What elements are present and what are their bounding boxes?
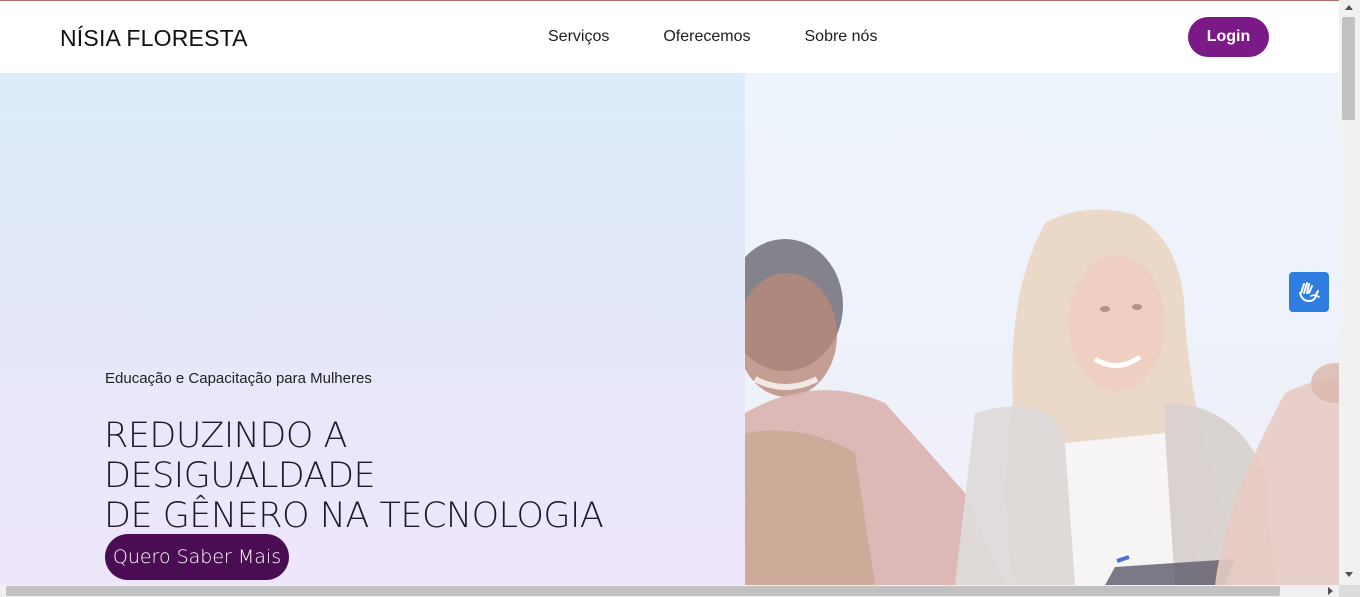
scroll-up-arrow-icon[interactable]: [1345, 5, 1353, 10]
hero-section: Educação e Capacitação para Mulheres RED…: [0, 73, 745, 585]
hero-title-line-1: REDUZINDO A DESIGUALDADE: [104, 416, 376, 496]
horizontal-scroll-thumb[interactable]: [6, 586, 1280, 596]
nav-link-servicos[interactable]: Serviços: [548, 28, 609, 46]
hero-title: REDUZINDO A DESIGUALDADE DE GÊNERO NA TE…: [104, 416, 624, 536]
nav-link-oferecemos[interactable]: Oferecemos: [663, 28, 750, 46]
women-smiling-photo: [745, 73, 1339, 585]
hero-title-line-2: DE GÊNERO NA TECNOLOGIA: [104, 496, 604, 536]
horizontal-scrollbar[interactable]: [0, 585, 1339, 597]
accessibility-button[interactable]: [1289, 272, 1329, 312]
quero-saber-mais-button[interactable]: Quero Saber Mais: [105, 534, 289, 580]
login-button[interactable]: Login: [1188, 17, 1269, 57]
hero-subtitle: Educação e Capacitação para Mulheres: [105, 370, 372, 387]
vertical-scrollbar[interactable]: [1339, 0, 1360, 585]
vertical-scroll-thumb[interactable]: [1342, 17, 1355, 120]
scroll-right-arrow-icon[interactable]: [1328, 587, 1333, 595]
scrollbar-corner: [1339, 585, 1360, 597]
sign-language-icon: [1299, 282, 1320, 303]
photo-illustration: [745, 209, 1339, 585]
brand-logo[interactable]: NÍSIA FLORESTA: [60, 25, 248, 52]
main-nav: Serviços Oferecemos Sobre nós: [548, 28, 931, 46]
scroll-down-arrow-icon[interactable]: [1345, 572, 1353, 577]
navbar: NÍSIA FLORESTA Serviços Oferecemos Sobre…: [0, 1, 1339, 73]
nav-link-sobre-nos[interactable]: Sobre nós: [805, 28, 878, 46]
